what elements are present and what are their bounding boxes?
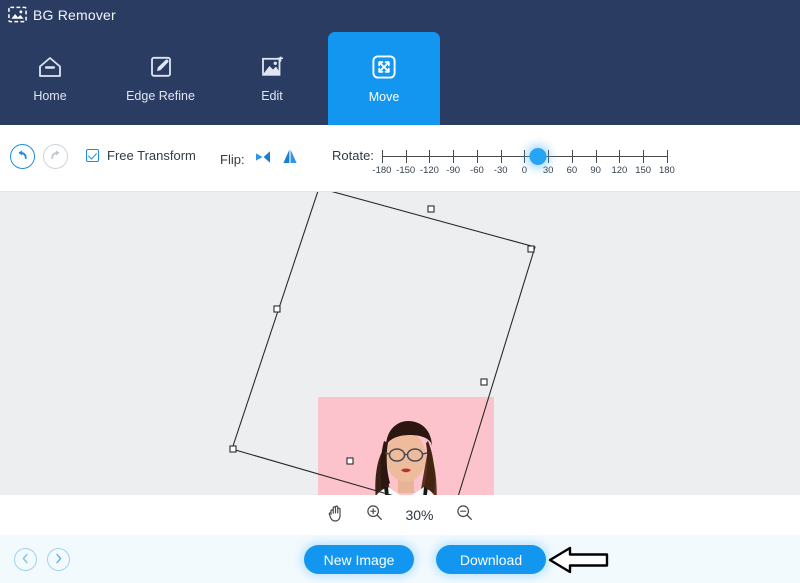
pointer-arrow-icon <box>548 543 610 582</box>
brand: BG Remover <box>8 5 116 24</box>
rotate-tick-label: -120 <box>419 165 439 176</box>
previous-button[interactable] <box>14 548 37 571</box>
zoom-toolbar: 30% <box>0 495 800 535</box>
tab-edit[interactable]: Edit <box>233 32 311 125</box>
rotate-tick <box>571 150 573 163</box>
rotate-tick-label: 180 <box>658 165 675 176</box>
chevron-left-icon <box>21 551 30 569</box>
hand-tool-button[interactable] <box>327 504 344 527</box>
bg-remover-window: BG Remover Home Edge Refine Edit Move Fr… <box>0 0 800 583</box>
action-buttons: New Image Download <box>304 545 546 574</box>
editor-canvas[interactable] <box>0 192 800 495</box>
rotate-tick-label: -90 <box>446 165 461 176</box>
app-header: BG Remover Home Edge Refine Edit Move <box>0 0 800 125</box>
rotate-tick-label: 30 <box>542 165 554 176</box>
subject-image <box>375 421 437 495</box>
hand-icon <box>327 504 344 527</box>
tab-edge-refine[interactable]: Edge Refine <box>108 32 213 125</box>
rotate-tick <box>405 150 407 163</box>
rotate-tick-label: 90 <box>590 165 601 176</box>
rotate-tick <box>643 150 645 163</box>
tab-home-label: Home <box>33 89 67 103</box>
rotate-tick <box>666 150 668 163</box>
zoom-out-icon <box>456 504 473 526</box>
rotate-tick-label: 60 <box>566 165 578 176</box>
image-dashed-icon <box>8 5 27 24</box>
zoom-out-button[interactable] <box>456 504 473 526</box>
rotate-label: Rotate: <box>332 148 374 163</box>
flip-label: Flip: <box>220 151 245 167</box>
rotate-tick <box>381 150 383 163</box>
app-title: BG Remover <box>33 6 116 23</box>
tab-move-label: Move <box>368 90 400 104</box>
rotate-tick-label: -60 <box>470 165 484 176</box>
flip-vertical-icon <box>281 148 299 170</box>
tab-home[interactable]: Home <box>15 32 85 125</box>
tab-edge-refine-label: Edge Refine <box>126 89 195 103</box>
move-arrows-icon <box>370 53 398 81</box>
zoom-in-button[interactable] <box>366 504 383 526</box>
chevron-right-icon <box>54 551 63 569</box>
rotate-tick <box>476 150 478 163</box>
rotate-tick <box>619 150 621 163</box>
rotate-group: Rotate: -180 -150 -120 -90 -60 -30 0 30 60 90 120 1… <box>332 140 675 178</box>
image-crop-icon <box>259 54 285 80</box>
next-button[interactable] <box>47 548 70 571</box>
tab-move[interactable]: Move <box>328 32 440 125</box>
pager-group <box>14 548 70 571</box>
undo-button[interactable] <box>10 144 35 169</box>
rotate-tick <box>500 150 502 163</box>
rotate-tick-label: -180 <box>372 165 392 176</box>
rotate-tick-label: -30 <box>493 165 508 176</box>
free-transform-toggle[interactable]: Free Transform <box>86 148 196 163</box>
flip-horizontal-button[interactable] <box>254 149 272 170</box>
flip-horizontal-icon <box>254 149 272 170</box>
redo-arrow-icon <box>48 147 63 167</box>
tab-edit-label: Edit <box>261 89 283 103</box>
rotate-slider[interactable]: -180 -150 -120 -90 -60 -30 0 30 60 90 120 150 180 <box>372 140 675 178</box>
rotate-tick-label: -150 <box>396 165 416 176</box>
redo-button[interactable] <box>43 144 68 169</box>
rotate-tick <box>524 150 526 163</box>
rotate-tick-label: 150 <box>635 165 652 176</box>
rotate-tick <box>595 150 597 163</box>
nav-tabs: Home Edge Refine Edit Move <box>0 32 800 125</box>
flip-vertical-button[interactable] <box>281 148 299 170</box>
photo-layer[interactable] <box>318 397 494 495</box>
rotate-tick <box>548 150 550 163</box>
undo-arrow-icon <box>15 147 30 167</box>
download-button[interactable]: Download <box>436 545 546 574</box>
free-transform-checkbox[interactable] <box>86 149 99 162</box>
rotate-slider-handle[interactable] <box>529 148 547 165</box>
zoom-in-icon <box>366 504 383 526</box>
rotate-tick <box>453 150 455 163</box>
rotate-tick-label: 120 <box>611 165 628 176</box>
undo-redo-group <box>10 144 68 169</box>
rotate-tick <box>429 150 431 163</box>
rotate-tick-label: 0 <box>521 165 528 176</box>
zoom-level-value: 30% <box>405 507 434 523</box>
pen-square-icon <box>148 54 174 80</box>
free-transform-label: Free Transform <box>107 148 196 163</box>
home-icon <box>36 54 64 80</box>
new-image-button[interactable]: New Image <box>304 545 414 574</box>
flip-group: Flip: <box>220 148 299 170</box>
